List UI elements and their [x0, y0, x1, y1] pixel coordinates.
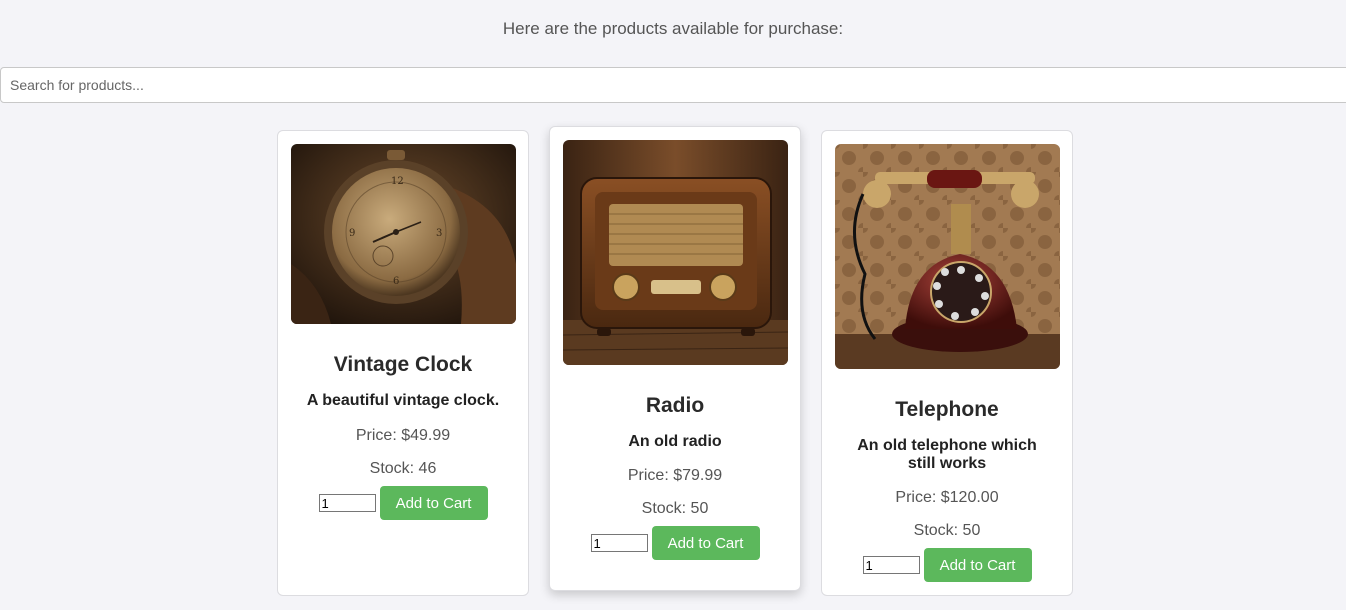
- svg-text:6: 6: [393, 276, 399, 287]
- product-name: Vintage Clock: [333, 353, 473, 376]
- product-name: Radio: [645, 394, 705, 417]
- add-to-cart-button[interactable]: Add to Cart: [379, 486, 488, 520]
- svg-text:12: 12: [391, 176, 404, 187]
- product-stock: Stock: 50: [641, 500, 709, 517]
- svg-text:9: 9: [349, 228, 355, 239]
- product-image-vintage-clock: 12 3 6 9: [291, 144, 516, 324]
- add-to-cart-button[interactable]: Add to Cart: [651, 526, 760, 560]
- quantity-input[interactable]: [318, 494, 376, 512]
- quantity-input[interactable]: [862, 556, 920, 574]
- product-image-telephone: [835, 144, 1060, 369]
- search-input[interactable]: [0, 67, 1346, 103]
- quantity-input[interactable]: [590, 534, 648, 552]
- product-card-vintage-clock: 12 3 6 9 Vintage Clock A beautiful vinta…: [277, 130, 529, 596]
- product-price: Price: $49.99: [355, 427, 451, 444]
- product-stock: Stock: 46: [369, 460, 437, 477]
- product-price: Price: $120.00: [895, 489, 999, 506]
- add-to-cart-button[interactable]: Add to Cart: [923, 548, 1032, 582]
- product-card-radio: Radio An old radio Price: $79.99 Stock: …: [549, 126, 801, 591]
- product-description: A beautiful vintage clock.: [306, 392, 500, 409]
- product-image-radio: [563, 140, 788, 365]
- cart-controls: Add to Cart: [822, 548, 1072, 582]
- cart-controls: Add to Cart: [278, 486, 528, 520]
- product-description: An old telephone which still works: [857, 437, 1037, 472]
- cart-controls: Add to Cart: [550, 526, 800, 560]
- svg-text:3: 3: [436, 228, 442, 239]
- product-name: Telephone: [895, 398, 999, 421]
- product-card-telephone: Telephone An old telephone which still w…: [821, 130, 1073, 596]
- product-stock: Stock: 50: [913, 522, 981, 539]
- product-description: An old radio: [628, 433, 722, 450]
- product-price: Price: $79.99: [627, 467, 723, 484]
- page-intro-text: Here are the products available for purc…: [502, 19, 844, 38]
